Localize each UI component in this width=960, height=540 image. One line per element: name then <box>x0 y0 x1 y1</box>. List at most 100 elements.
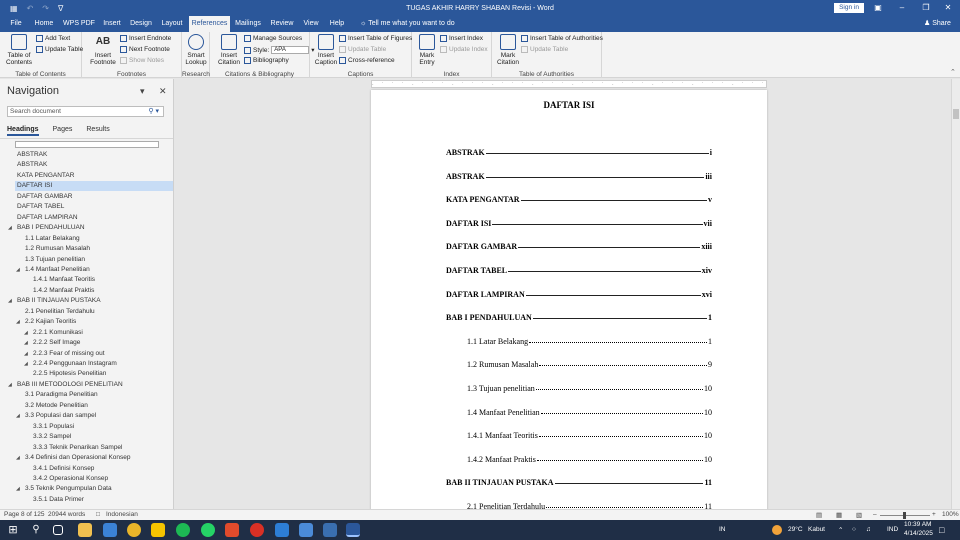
file-explorer-icon[interactable] <box>78 523 92 537</box>
table-of-contents-button[interactable]: Table of Contents <box>3 34 35 66</box>
nav-heading-item[interactable]: 3.1 Paradigma Penelitian <box>15 390 173 400</box>
expand-collapse-icon[interactable]: ◢ <box>24 328 28 338</box>
nav-heading-item[interactable]: KATA PENGANTAR <box>15 171 173 181</box>
weather-temp[interactable]: 29°C <box>788 526 803 533</box>
nav-heading-item[interactable]: 3.3.2 Sampel <box>15 432 173 442</box>
wps-pdf-icon[interactable] <box>250 523 264 537</box>
update-index-button[interactable]: Update Index <box>440 46 488 53</box>
insert-caption-button[interactable]: Insert Caption <box>313 34 339 66</box>
tab-view[interactable]: View <box>300 16 322 32</box>
bibliography-button[interactable]: Bibliography <box>244 57 289 64</box>
network-icon[interactable]: ○ <box>852 526 856 533</box>
proofing-icon[interactable]: □ <box>96 511 100 518</box>
edge-icon[interactable] <box>103 523 117 537</box>
nav-heading-item[interactable]: DAFTAR LAMPIRAN <box>15 213 173 223</box>
tell-me-search[interactable]: ☼ Tell me what you want to do <box>360 16 455 32</box>
sticky-notes-icon[interactable] <box>151 523 165 537</box>
toc-entry[interactable]: 1.4.1 Manfaat Teoritis 10 <box>467 428 712 440</box>
nav-heading-item[interactable]: 3.3.1 Populasi <box>15 422 173 432</box>
zoom-out-icon[interactable]: – <box>873 511 877 518</box>
update-figures-table-button[interactable]: Update Table <box>339 46 386 53</box>
toc-entry[interactable]: DAFTAR ISI vii <box>446 216 712 228</box>
tab-review[interactable]: Review <box>268 16 296 32</box>
nav-heading-item[interactable]: 3.2 Metode Penelitian <box>15 401 173 411</box>
search-icon[interactable]: ⚲ <box>29 523 43 537</box>
expand-collapse-icon[interactable]: ◢ <box>24 338 28 348</box>
toc-entry[interactable]: 2.1 Penelitian Terdahulu 11 <box>467 499 712 509</box>
task-view-icon[interactable] <box>53 525 63 535</box>
whatsapp-icon[interactable] <box>201 523 215 537</box>
pane-options-icon[interactable]: ▾ <box>140 86 145 97</box>
tab-file[interactable]: File <box>6 16 26 32</box>
tab-design[interactable]: Design <box>128 16 154 32</box>
insert-table-of-authorities-button[interactable]: Insert Table of Authorities <box>521 35 603 42</box>
ribbon-display-icon[interactable]: ▣ <box>866 0 890 16</box>
expand-collapse-icon[interactable]: ◢ <box>16 317 20 327</box>
show-hidden-icons-icon[interactable]: ⌃ <box>838 526 843 534</box>
tab-wps-pdf[interactable]: WPS PDF <box>62 16 96 32</box>
nav-heading-item[interactable]: 3.3.3 Teknik Penarikan Sampel <box>15 443 173 453</box>
nav-heading-item[interactable]: ◢ 2.2.3 Fear of missing out <box>15 349 173 359</box>
collapse-ribbon-icon[interactable]: ⌃ <box>950 68 956 76</box>
close-icon[interactable]: ✕ <box>936 0 960 16</box>
ime-indicator[interactable]: IND <box>887 526 898 533</box>
word-icon[interactable] <box>346 523 360 537</box>
search-icon[interactable]: ⚲ ▾ <box>148 107 159 116</box>
close-pane-icon[interactable]: ✕ <box>159 86 167 97</box>
insert-citation-button[interactable]: Insert Citation <box>214 34 244 66</box>
notifications-icon[interactable]: □ <box>939 525 944 535</box>
mark-entry-button[interactable]: Mark Entry <box>416 34 438 66</box>
vscode-icon[interactable] <box>275 523 289 537</box>
nav-heading-item[interactable]: 1.4.1 Manfaat Teoritis <box>15 275 173 285</box>
smart-lookup-button[interactable]: Smart Lookup <box>184 34 208 66</box>
toc-entry[interactable]: DAFTAR TABEL xiv <box>446 263 712 275</box>
tab-insert[interactable]: Insert <box>100 16 124 32</box>
expand-collapse-icon[interactable]: ◢ <box>24 349 28 359</box>
tab-results[interactable]: Results <box>86 126 109 136</box>
expand-collapse-icon[interactable]: ◢ <box>8 380 12 390</box>
expand-collapse-icon[interactable]: ◢ <box>8 223 12 233</box>
tab-headings[interactable]: Headings <box>7 126 39 136</box>
toc-entry[interactable]: 1.1 Latar Belakang 1 <box>467 334 712 346</box>
nav-heading-item[interactable]: 3.5.1 Data Primer <box>15 495 173 505</box>
insert-footnote-button[interactable]: AB Insert Footnote <box>88 34 118 66</box>
toc-entry[interactable]: ABSTRAK i <box>446 145 712 157</box>
toc-entry[interactable]: 1.4 Manfaat Penelitian 10 <box>467 405 712 417</box>
weather-icon[interactable] <box>772 525 782 535</box>
expand-collapse-icon[interactable]: ◢ <box>24 359 28 369</box>
nav-heading-item[interactable]: 3.4.1 Definisi Konsep <box>15 464 173 474</box>
expand-collapse-icon[interactable]: ◢ <box>16 453 20 463</box>
minimize-icon[interactable]: – <box>890 0 914 16</box>
tab-home[interactable]: Home <box>30 16 58 32</box>
undo-icon[interactable]: ↶ <box>27 4 34 13</box>
nav-heading-item[interactable]: ABSTRAK <box>15 150 173 160</box>
nav-heading-item[interactable]: ◢ 1.4 Manfaat Penelitian <box>15 265 173 275</box>
nav-heading-item[interactable]: 2.2.5 Hipotesis Penelitian <box>15 369 173 379</box>
zoom-level[interactable]: 100% <box>942 511 959 518</box>
mark-citation-button[interactable]: Mark Citation <box>495 34 521 66</box>
nav-heading-item[interactable]: ◢ 2.2.4 Penggunaan Instagram <box>15 359 173 369</box>
windows-start-icon[interactable]: ⊞ <box>6 523 20 537</box>
expand-collapse-icon[interactable]: ◢ <box>16 411 20 421</box>
expand-collapse-icon[interactable]: ◢ <box>16 484 20 494</box>
add-text-button[interactable]: Add Text <box>36 35 70 42</box>
redo-icon[interactable]: ↷ <box>42 4 49 13</box>
web-layout-icon[interactable]: ▧ <box>856 511 862 519</box>
navigation-search-input[interactable]: Search document ⚲ ▾ <box>7 106 164 117</box>
nav-heading-item[interactable]: ◢ BAB II TINJAUAN PUSTAKA <box>8 296 173 306</box>
app-icon[interactable] <box>299 523 313 537</box>
tab-mailings[interactable]: Mailings <box>233 16 263 32</box>
input-language[interactable]: IN <box>719 526 726 533</box>
nav-heading-item[interactable]: DAFTAR GAMBAR <box>15 192 173 202</box>
toc-entry[interactable]: ABSTRAK iii <box>446 169 712 181</box>
spotify-icon[interactable] <box>176 523 190 537</box>
nav-heading-item[interactable]: ◢ BAB I PENDAHULUAN <box>8 223 173 233</box>
citation-style-select[interactable]: Style: APA ▾ <box>244 46 315 54</box>
manage-sources-button[interactable]: Manage Sources <box>244 35 302 42</box>
nav-heading-item[interactable]: 1.1 Latar Belakang <box>15 234 173 244</box>
tab-references[interactable]: References <box>189 16 230 32</box>
nav-heading-item[interactable]: ◢ 3.4 Definisi dan Operasional Konsep <box>15 453 173 463</box>
toc-entry[interactable]: BAB II TINJAUAN PUSTAKA 11 <box>446 475 712 487</box>
toc-entry[interactable]: BAB I PENDAHULUAN 1 <box>446 310 712 322</box>
wps-office-icon[interactable] <box>225 523 239 537</box>
